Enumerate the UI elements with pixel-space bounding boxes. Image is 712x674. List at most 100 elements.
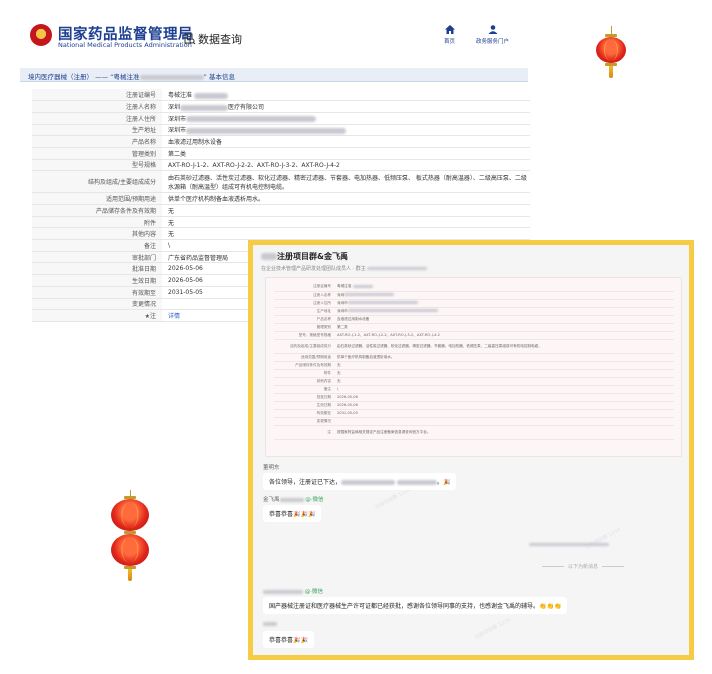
row-value: AXT-RO-J-1-2、AXT-RO-J-2-2、AXT-RO-J-3-2、A… bbox=[162, 159, 530, 172]
user-icon bbox=[488, 25, 497, 34]
sender-name: 金飞禹 bbox=[263, 497, 280, 503]
row-value: 由石英砂过滤器、活性炭过滤器、软化过滤器、精密过滤器、节套器、电加热器、低频压泵… bbox=[162, 170, 530, 194]
table-row: 注册证编号 粤械注准 bbox=[32, 89, 530, 102]
breadcrumb-separator: —— bbox=[95, 73, 109, 81]
row-value bbox=[334, 417, 674, 426]
row-key: 有效期至 bbox=[274, 409, 334, 418]
new-messages-divider: 以下为新消息 bbox=[538, 563, 628, 570]
table-row: 注册人住所 深圳市 bbox=[274, 299, 674, 308]
message-bubble[interactable]: 恭喜恭喜🎉🎉🎉 bbox=[263, 505, 322, 522]
message-sender[interactable]: @·微信 bbox=[263, 587, 323, 595]
breadcrumb-item-prefix: “粤械注准 bbox=[110, 73, 140, 81]
row-value-text: 深圳 bbox=[337, 292, 345, 297]
table-row: 生产地址 深圳市 bbox=[274, 307, 674, 316]
table-row: 注册人名称 深圳 bbox=[274, 291, 674, 300]
details-link[interactable]: 详情 bbox=[168, 313, 180, 320]
table-row: 备注 \ bbox=[274, 385, 674, 394]
row-key: 生产地址 bbox=[32, 124, 162, 137]
row-key: 附件 bbox=[274, 369, 334, 378]
row-key: 其他内容 bbox=[274, 377, 334, 386]
row-value: 2026-05-06 bbox=[334, 401, 674, 410]
redacted-block bbox=[347, 309, 438, 312]
chat-group-desc: 在企业技术管理产品研发处理团队成员人 · 群主 bbox=[261, 265, 428, 272]
redacted-block bbox=[263, 621, 277, 626]
table-row: 批准日期 2026-05-06 bbox=[274, 393, 674, 402]
row-value: 深圳市 bbox=[334, 307, 674, 316]
redacted-block bbox=[186, 127, 347, 134]
shared-image[interactable]: 注册证编号 粤械注准 注册人名称 深圳 注册人住所 深圳市 生产地址 深圳市 产品名称血… bbox=[265, 277, 682, 457]
row-key: 有效期至 bbox=[32, 286, 162, 299]
row-value-text: 深圳 bbox=[168, 104, 181, 112]
sender-tag: @·微信 bbox=[305, 497, 324, 503]
row-value-text: 粤械注准 bbox=[168, 92, 193, 100]
table-row: 注册人名称 深圳 医疗有限公司 bbox=[32, 100, 530, 113]
message-sender[interactable] bbox=[263, 621, 277, 627]
row-key: 管理类别 bbox=[274, 323, 334, 332]
row-key: 结构及组成/主要组成成分 bbox=[32, 170, 162, 194]
row-value-suffix: 医疗有限公司 bbox=[228, 104, 265, 112]
table-row: 附件 无 bbox=[32, 216, 530, 229]
shared-image-table: 注册证编号 粤械注准 注册人名称 深圳 注册人住所 深圳市 生产地址 深圳市 产品名称血… bbox=[274, 283, 674, 440]
table-row: 产品储存条件及有效期 无 bbox=[32, 204, 530, 217]
table-row: 变更情况 bbox=[274, 417, 674, 426]
nav-home-label: 首页 bbox=[444, 39, 456, 45]
row-value: 无 bbox=[334, 369, 674, 378]
row-key: 结构及组成/主要组成成分 bbox=[274, 339, 334, 354]
redacted-block bbox=[344, 293, 395, 296]
row-key: 其他内容 bbox=[32, 227, 162, 241]
row-value: 深圳市 bbox=[162, 124, 530, 137]
table-row: 产品储存条件及有效期无 bbox=[274, 361, 674, 370]
row-value: AXT-RO-J-1-2、AXT-RO-J-2-2、AXT-RO-J-3-2、A… bbox=[334, 331, 674, 340]
national-emblem-icon bbox=[30, 24, 52, 46]
row-key: 产品名称 bbox=[274, 315, 334, 324]
row-value: 第二类 bbox=[162, 147, 530, 160]
row-value-text: 深圳市 bbox=[168, 115, 187, 123]
redacted-block bbox=[396, 480, 437, 485]
message-text-suffix: 。🎉 bbox=[436, 479, 451, 486]
row-key: 型号规格 bbox=[32, 159, 162, 172]
message-bubble[interactable]: 各位领导，注册证已下达， 。🎉 bbox=[263, 473, 457, 490]
row-key: 适用范围/预期用途 bbox=[32, 192, 162, 205]
message-text: 国产器械注册证和医疗器械生产许可证都已经获批，感谢各位领导同事的支持，也感谢金飞… bbox=[269, 603, 562, 610]
redacted-block bbox=[367, 267, 428, 270]
row-key: 产品名称 bbox=[32, 135, 162, 148]
row-key: 审批部门 bbox=[32, 251, 162, 264]
chat-group-title-text: 注册项目群&金飞禹 bbox=[277, 252, 348, 261]
message-bubble[interactable]: 恭喜恭喜🎉🎉 bbox=[263, 631, 314, 648]
data-query-link[interactable]: 数据查询 bbox=[184, 31, 242, 47]
message-sender[interactable]: 金飞禹 @·微信 bbox=[263, 495, 324, 503]
row-key: 型号、规格型号规格 bbox=[274, 331, 334, 340]
row-value: 无 bbox=[162, 227, 530, 241]
row-key: 变更情况 bbox=[32, 298, 162, 311]
redacted-block bbox=[279, 497, 304, 502]
table-row: 结构及组成/主要组成成分 由石英砂过滤器、活性炭过滤器、软化过滤器、精密过滤器、节… bbox=[274, 339, 674, 354]
breadcrumb-section[interactable]: 境内医疗器械（注册） bbox=[28, 73, 93, 81]
row-key: 注册人名称 bbox=[32, 100, 162, 113]
redacted-block bbox=[139, 74, 204, 80]
sender-tag: @·微信 bbox=[304, 589, 323, 595]
nav-home[interactable]: 首页 bbox=[444, 25, 455, 45]
row-key: 批准日期 bbox=[274, 393, 334, 402]
row-key: 备注 bbox=[32, 239, 162, 252]
message-bubble[interactable]: 国产器械注册证和医疗器械生产许可证都已经获批，感谢各位领导同事的支持，也感谢金飞… bbox=[263, 597, 568, 614]
row-value: 血液滤过用制水设备 bbox=[334, 315, 674, 324]
lantern-icon bbox=[111, 490, 149, 581]
table-row: 管理类别 第二类 bbox=[32, 147, 530, 160]
row-key: 注册人住所 bbox=[32, 112, 162, 125]
nav-service-portal[interactable]: 政务服务门户 bbox=[476, 25, 509, 45]
row-value: 深圳市 bbox=[334, 299, 674, 308]
redacted-block bbox=[529, 543, 609, 546]
message-sender[interactable]: 董明东 bbox=[263, 463, 280, 471]
row-value: 供单个医疗机构制备血液透析用水。 bbox=[162, 192, 530, 205]
redacted-block bbox=[352, 284, 373, 288]
table-row: 型号规格 AXT-RO-J-1-2、AXT-RO-J-2-2、AXT-RO-J-… bbox=[32, 159, 530, 172]
home-icon bbox=[444, 25, 455, 34]
table-row: 结构及组成/主要组成成分 由石英砂过滤器、活性炭过滤器、软化过滤器、精密过滤器、… bbox=[32, 170, 530, 194]
row-key: 生效日期 bbox=[274, 401, 334, 410]
row-value: 无 bbox=[334, 377, 674, 386]
table-row: 型号、规格型号规格 AXT-RO-J-1-2、AXT-RO-J-2-2、AXT-R… bbox=[274, 331, 674, 340]
redacted-block bbox=[347, 301, 418, 304]
row-key: 注册人名称 bbox=[274, 291, 334, 300]
message-text: 各位领导，注册证已下达， bbox=[269, 479, 342, 486]
row-key: 备注 bbox=[274, 385, 334, 394]
